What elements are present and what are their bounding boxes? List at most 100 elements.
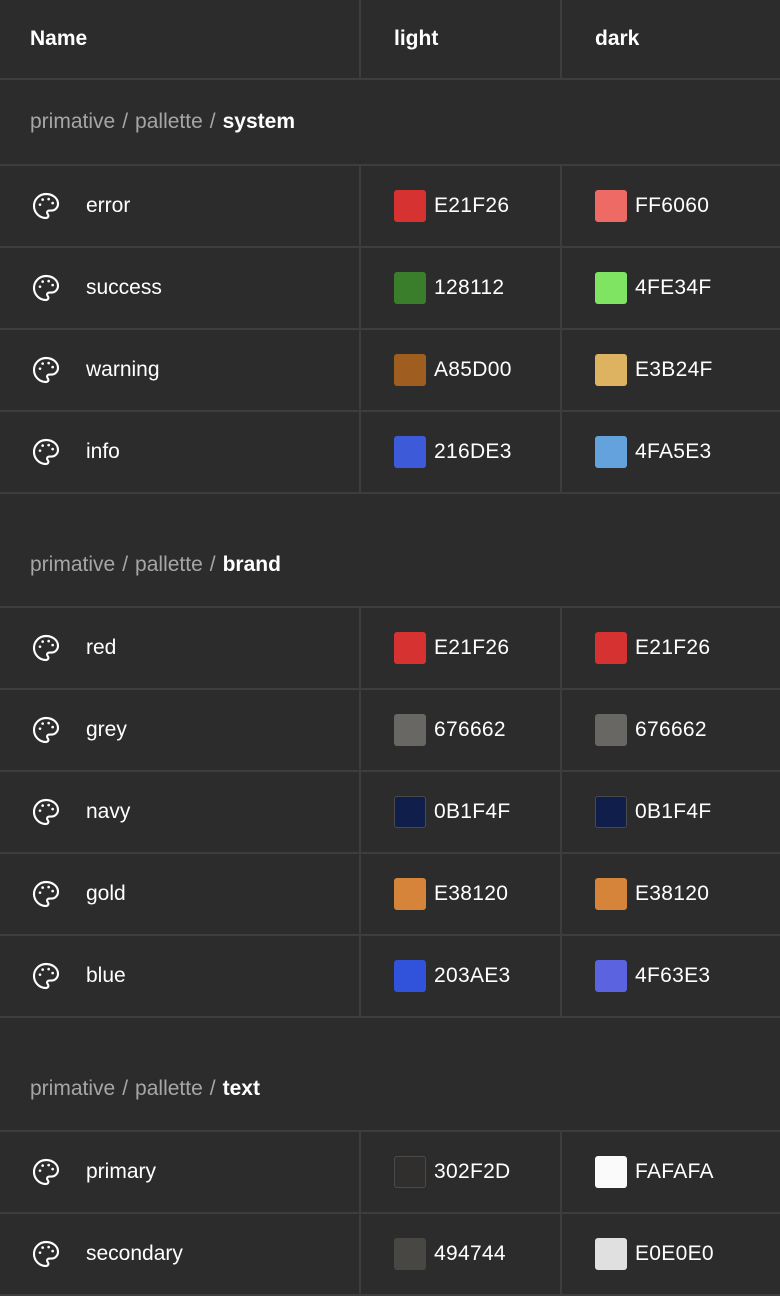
palette-icon	[30, 632, 62, 664]
color-swatch[interactable]	[595, 436, 627, 468]
value-cell-light[interactable]: 676662	[361, 690, 562, 770]
value-cell-light[interactable]: 128112	[361, 248, 562, 328]
value-cell-light[interactable]: E21F26	[361, 166, 562, 246]
group-header: primative / pallette / system	[0, 80, 780, 166]
value-cell-dark[interactable]: 676662	[562, 690, 780, 770]
variable-name-cell[interactable]: warning	[0, 330, 361, 410]
variable-name-cell[interactable]: navy	[0, 772, 361, 852]
column-header-dark[interactable]: dark	[562, 0, 780, 78]
hex-value: 676662	[635, 718, 707, 741]
color-swatch[interactable]	[595, 1156, 627, 1188]
value-cell-dark[interactable]: E3B24F	[562, 330, 780, 410]
value-cell-dark[interactable]: E38120	[562, 854, 780, 934]
color-swatch[interactable]	[595, 632, 627, 664]
value-cell-light[interactable]: E38120	[361, 854, 562, 934]
hex-value: 4F63E3	[635, 964, 711, 987]
hex-value: 302F2D	[434, 1160, 511, 1183]
color-swatch[interactable]	[595, 272, 627, 304]
variable-name-cell[interactable]: blue	[0, 936, 361, 1016]
variable-name-cell[interactable]: red	[0, 608, 361, 688]
value-cell-dark[interactable]: FAFAFA	[562, 1132, 780, 1212]
group-header: primative / pallette / text	[0, 1018, 780, 1132]
value-cell-light[interactable]: 0B1F4F	[361, 772, 562, 852]
value-cell-dark[interactable]: E0E0E0	[562, 1214, 780, 1294]
group-name: brand	[222, 553, 281, 576]
color-swatch[interactable]	[394, 272, 426, 304]
variable-row[interactable]: info 216DE3 4FA5E3	[0, 412, 780, 494]
value-cell-light[interactable]: 216DE3	[361, 412, 562, 492]
variable-row[interactable]: error E21F26 FF6060	[0, 166, 780, 248]
value-cell-light[interactable]: 494744	[361, 1214, 562, 1294]
hex-value: 203AE3	[434, 964, 511, 987]
variable-row[interactable]: navy 0B1F4F 0B1F4F	[0, 772, 780, 854]
color-swatch[interactable]	[595, 960, 627, 992]
color-swatch[interactable]	[394, 190, 426, 222]
variable-name-cell[interactable]: primary	[0, 1132, 361, 1212]
palette-icon	[30, 960, 62, 992]
color-swatch[interactable]	[394, 796, 426, 828]
group-path-segment: pallette	[135, 1077, 203, 1100]
hex-value: FAFAFA	[635, 1160, 714, 1183]
value-cell-light[interactable]: 203AE3	[361, 936, 562, 1016]
palette-icon	[30, 354, 62, 386]
value-cell-light[interactable]: E21F26	[361, 608, 562, 688]
variable-name: warning	[86, 358, 160, 381]
variable-groups: primative / pallette / system error E21F26 FF60…	[0, 80, 780, 1296]
variable-name-cell[interactable]: grey	[0, 690, 361, 770]
color-swatch[interactable]	[394, 1238, 426, 1270]
value-cell-dark[interactable]: 0B1F4F	[562, 772, 780, 852]
variable-row[interactable]: primary 302F2D FAFAFA	[0, 1132, 780, 1214]
palette-icon	[30, 714, 62, 746]
hex-value: E38120	[434, 882, 509, 905]
color-swatch[interactable]	[595, 1238, 627, 1270]
path-separator: /	[122, 110, 129, 133]
color-swatch[interactable]	[394, 878, 426, 910]
value-cell-dark[interactable]: 4FA5E3	[562, 412, 780, 492]
column-header-name[interactable]: Name	[0, 0, 361, 78]
variable-row[interactable]: red E21F26 E21F26	[0, 608, 780, 690]
variable-row[interactable]: warning A85D00 E3B24F	[0, 330, 780, 412]
color-swatch[interactable]	[394, 436, 426, 468]
color-swatch[interactable]	[394, 1156, 426, 1188]
variable-name: blue	[86, 964, 126, 987]
palette-icon	[30, 1156, 62, 1188]
variable-name-cell[interactable]: secondary	[0, 1214, 361, 1294]
color-swatch[interactable]	[394, 632, 426, 664]
variable-name-cell[interactable]: success	[0, 248, 361, 328]
color-swatch[interactable]	[595, 714, 627, 746]
color-swatch[interactable]	[595, 190, 627, 222]
variable-row[interactable]: gold E38120 E38120	[0, 854, 780, 936]
group-path-segment: pallette	[135, 553, 203, 576]
palette-icon	[30, 1238, 62, 1270]
variable-name-cell[interactable]: error	[0, 166, 361, 246]
variable-row[interactable]: success 128112 4FE34F	[0, 248, 780, 330]
hex-value: 216DE3	[434, 440, 512, 463]
hex-value: 0B1F4F	[434, 800, 511, 823]
value-cell-dark[interactable]: E21F26	[562, 608, 780, 688]
value-cell-dark[interactable]: FF6060	[562, 166, 780, 246]
value-cell-light[interactable]: 302F2D	[361, 1132, 562, 1212]
value-cell-dark[interactable]: 4FE34F	[562, 248, 780, 328]
color-swatch[interactable]	[595, 354, 627, 386]
group-name: text	[222, 1077, 260, 1100]
column-header-light[interactable]: light	[361, 0, 562, 78]
group-path-segment: primative	[30, 110, 116, 133]
hex-value: 4FA5E3	[635, 440, 712, 463]
value-cell-dark[interactable]: 4F63E3	[562, 936, 780, 1016]
value-cell-light[interactable]: A85D00	[361, 330, 562, 410]
hex-value: 4FE34F	[635, 276, 712, 299]
variable-name-cell[interactable]: gold	[0, 854, 361, 934]
color-swatch[interactable]	[595, 796, 627, 828]
color-swatch[interactable]	[394, 714, 426, 746]
variable-row[interactable]: grey 676662 676662	[0, 690, 780, 772]
group-path-segment: primative	[30, 553, 116, 576]
variable-row[interactable]: secondary 494744 E0E0E0	[0, 1214, 780, 1296]
variable-name-cell[interactable]: info	[0, 412, 361, 492]
color-swatch[interactable]	[394, 354, 426, 386]
color-swatch[interactable]	[394, 960, 426, 992]
path-separator: /	[209, 553, 216, 576]
path-separator: /	[122, 1077, 129, 1100]
color-swatch[interactable]	[595, 878, 627, 910]
variable-row[interactable]: blue 203AE3 4F63E3	[0, 936, 780, 1018]
hex-value: E38120	[635, 882, 710, 905]
